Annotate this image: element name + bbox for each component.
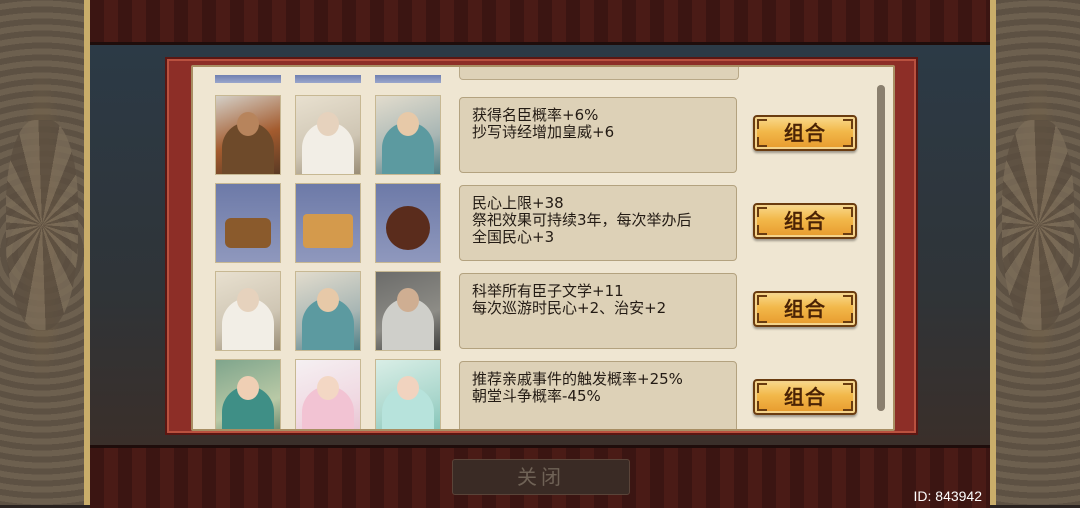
scrollbar-thumb[interactable] [877, 85, 885, 411]
warrior-general-icon [215, 95, 281, 175]
portrait-peek [295, 75, 361, 83]
gold-ingots-icon [295, 183, 361, 263]
young-scholar-official-icon [375, 95, 441, 175]
previous-row-peek [193, 67, 893, 85]
description-peek [459, 67, 739, 80]
top-frame-band [90, 0, 990, 45]
combine-button-label: 组合 [784, 385, 826, 409]
close-button[interactable]: 关闭 [452, 459, 630, 495]
right-dragon-panel [990, 0, 1080, 505]
player-id-label: ID: 843942 [913, 488, 983, 504]
combine-button[interactable]: 组合 [753, 291, 857, 327]
dragon-ornament-icon [6, 120, 78, 330]
white-haired-sage-icon [215, 271, 281, 351]
combination-list[interactable]: 获得名臣概率+6% 抄写诗经增加皇威+6 组合 民心上限+38 祭祀效果可持续3… [191, 65, 895, 431]
left-dragon-panel [0, 0, 90, 505]
combination-description: 推荐亲戚事件的触发概率+25% 朝堂斗争概率-45% [459, 361, 737, 429]
young-scholar-official-icon [295, 271, 361, 351]
combine-button[interactable]: 组合 [753, 379, 857, 415]
combine-button-label: 组合 [784, 209, 826, 233]
scrollbar[interactable] [877, 85, 885, 411]
combine-button[interactable]: 组合 [753, 203, 857, 239]
portrait-peek [215, 75, 281, 83]
combination-description: 获得名臣概率+6% 抄写诗经增加皇威+6 [459, 97, 737, 173]
combination-description: 科举所有臣子文学+11 每次巡游时民心+2、治安+2 [459, 273, 737, 349]
combination-dialog: 获得名臣概率+6% 抄写诗经增加皇威+6 组合 民心上限+38 祭祀效果可持续3… [165, 57, 918, 435]
combination-row: 推荐亲戚事件的触发概率+25% 朝堂斗争概率-45% 组合 [193, 359, 873, 429]
combine-button-label: 组合 [784, 121, 826, 145]
green-dress-maiden-icon [375, 359, 441, 429]
consort-lady-icon [215, 359, 281, 429]
combine-button-label: 组合 [784, 297, 826, 321]
treasure-cart-icon [215, 183, 281, 263]
combination-description: 民心上限+38 祭祀效果可持续3年，每次举办后 全国民心+3 [459, 185, 737, 261]
combination-row: 民心上限+38 祭祀效果可持续3年，每次举办后 全国民心+3 组合 [193, 183, 873, 263]
portrait-peek [375, 75, 441, 83]
white-haired-sage-icon [295, 95, 361, 175]
combine-button[interactable]: 组合 [753, 115, 857, 151]
pink-dress-maiden-icon [295, 359, 361, 429]
elder-minister-icon [375, 271, 441, 351]
wine-jar-icon [375, 183, 441, 263]
dragon-ornament-icon [1002, 120, 1074, 330]
combination-row: 科举所有臣子文学+11 每次巡游时民心+2、治安+2 组合 [193, 271, 873, 351]
combination-row: 获得名臣概率+6% 抄写诗经增加皇威+6 组合 [193, 95, 873, 175]
